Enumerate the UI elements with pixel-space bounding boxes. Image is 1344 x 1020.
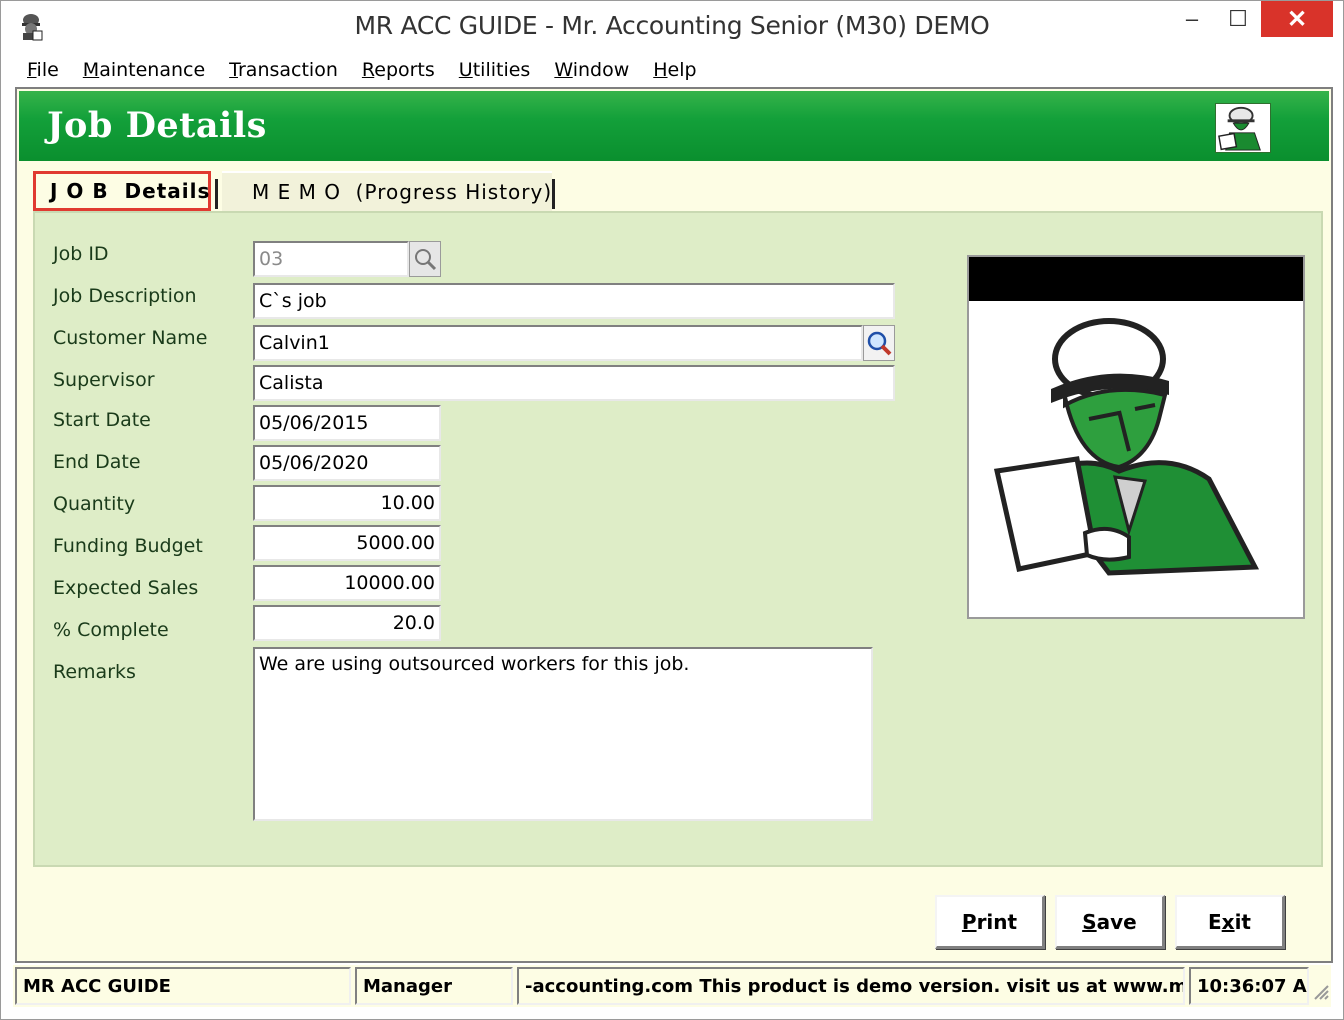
menu-transaction[interactable]: Transaction bbox=[229, 59, 338, 81]
remarks-textarea[interactable]: We are using outsourced workers for this… bbox=[253, 647, 873, 821]
title-bar[interactable]: MR ACC GUIDE - Mr. Accounting Senior (M3… bbox=[1, 1, 1343, 53]
supervisor-field[interactable]: Calista bbox=[253, 365, 895, 401]
start-date-label: Start Date bbox=[53, 409, 151, 431]
status-user: Manager bbox=[355, 967, 513, 1005]
job-id-lookup-button[interactable] bbox=[409, 241, 441, 277]
job-id-label: Job ID bbox=[53, 243, 109, 265]
status-bar: MR ACC GUIDE Manager -accounting.com Thi… bbox=[13, 965, 1331, 1007]
status-company: MR ACC GUIDE bbox=[15, 967, 351, 1005]
job-details-panel: Job ID 03 Job Description C`s job Custom… bbox=[33, 211, 1323, 867]
print-button[interactable]: Print bbox=[935, 895, 1045, 949]
percent-complete-label: % Complete bbox=[53, 619, 169, 641]
funding-budget-field[interactable]: 5000.00 bbox=[253, 525, 441, 561]
job-description-field[interactable]: C`s job bbox=[253, 283, 895, 319]
menu-bar: File Maintenance Transaction Reports Uti… bbox=[13, 53, 1331, 87]
exit-button[interactable]: Ex it bbox=[1175, 895, 1285, 949]
status-message: -accounting.com This product is demo ver… bbox=[517, 967, 1185, 1005]
start-date-field[interactable]: 05/06/2015 bbox=[253, 405, 441, 441]
supervisor-label: Supervisor bbox=[53, 369, 155, 391]
tab-memo-progress-history[interactable]: M E M O (Progress History) bbox=[222, 171, 552, 211]
save-button[interactable]: Save bbox=[1055, 895, 1165, 949]
menu-help[interactable]: Help bbox=[653, 59, 696, 81]
form-header: Job Details bbox=[19, 91, 1329, 161]
funding-budget-label: Funding Budget bbox=[53, 535, 203, 557]
menu-window[interactable]: Window bbox=[554, 59, 629, 81]
magnifier-icon bbox=[867, 331, 892, 356]
expected-sales-label: Expected Sales bbox=[53, 577, 199, 599]
app-window: MR ACC GUIDE - Mr. Accounting Senior (M3… bbox=[0, 0, 1344, 1020]
job-description-label: Job Description bbox=[53, 285, 197, 307]
menu-file[interactable]: File bbox=[27, 59, 59, 81]
accountant-logo-icon bbox=[1215, 103, 1271, 153]
accountant-reading-illustration bbox=[993, 318, 1260, 576]
end-date-field[interactable]: 05/06/2020 bbox=[253, 445, 441, 481]
tab-divider bbox=[552, 179, 555, 209]
expected-sales-field[interactable]: 10000.00 bbox=[253, 565, 441, 601]
window-title: MR ACC GUIDE - Mr. Accounting Senior (M3… bbox=[354, 11, 990, 40]
end-date-label: End Date bbox=[53, 451, 141, 473]
tab-job-details[interactable]: J O B Details bbox=[33, 171, 211, 211]
maximize-button[interactable]: ☐ bbox=[1215, 1, 1261, 37]
close-button[interactable]: ✕ bbox=[1261, 1, 1333, 37]
customer-name-label: Customer Name bbox=[53, 327, 208, 349]
tab-divider bbox=[215, 179, 218, 209]
tab-strip: J O B Details M E M O (Progress History) bbox=[29, 171, 1329, 211]
status-time: 10:36:07 AI bbox=[1189, 967, 1309, 1005]
menu-utilities[interactable]: Utilities bbox=[459, 59, 531, 81]
quantity-label: Quantity bbox=[53, 493, 136, 515]
picture-top-bar bbox=[969, 257, 1303, 301]
menu-maintenance[interactable]: Maintenance bbox=[83, 59, 205, 81]
menu-reports[interactable]: Reports bbox=[362, 59, 435, 81]
remarks-label: Remarks bbox=[53, 661, 136, 683]
page-title: Job Details bbox=[47, 105, 267, 146]
customer-lookup-button[interactable] bbox=[863, 325, 895, 361]
job-details-form: Job Details J O B Details M E M O (Progr… bbox=[15, 87, 1333, 963]
percent-complete-field[interactable]: 20.0 bbox=[253, 605, 441, 641]
job-id-field[interactable]: 03 bbox=[253, 241, 409, 277]
quantity-field[interactable]: 10.00 bbox=[253, 485, 441, 521]
job-picture bbox=[967, 255, 1305, 619]
minimize-button[interactable]: – bbox=[1169, 1, 1215, 37]
resize-grip-icon[interactable] bbox=[1313, 983, 1329, 1001]
customer-name-field[interactable]: Calvin1 bbox=[253, 325, 863, 361]
magnifier-icon bbox=[415, 249, 437, 271]
